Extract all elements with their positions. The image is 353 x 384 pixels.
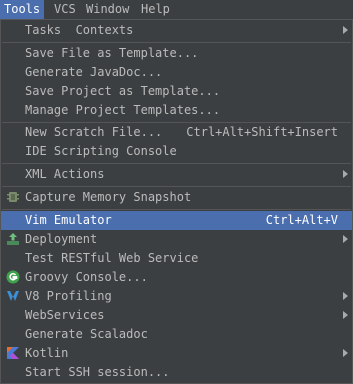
- menu-item-label: Save Project as Template...: [25, 84, 221, 98]
- menu-help[interactable]: Help: [137, 0, 174, 19]
- menu-bar: Tools VCS Window Help: [0, 0, 353, 19]
- menu-item-manage-project-templates[interactable]: Manage Project Templates...: [1, 101, 352, 120]
- menu-item-deployment[interactable]: Deployment: [1, 230, 352, 249]
- menu-item-vim-emulator[interactable]: Vim Emulator Ctrl+Alt+V: [1, 211, 352, 230]
- menu-window[interactable]: Window: [82, 0, 133, 19]
- menu-item-label: XML Actions: [25, 167, 105, 181]
- submenu-arrow-icon: [343, 311, 348, 319]
- deployment-icon: [7, 233, 19, 245]
- groovy-icon: [6, 270, 20, 284]
- menu-item-label: New Scratch File...: [25, 125, 163, 139]
- menu-item-label: Generate JavaDoc...: [25, 65, 163, 79]
- menu-item-tasks-contexts[interactable]: Tasks Contexts: [1, 21, 352, 40]
- submenu-arrow-icon: [343, 235, 348, 243]
- menu-item-label: Save File as Template...: [25, 46, 199, 60]
- menu-item-label: Vim Emulator: [25, 213, 112, 227]
- submenu-arrow-icon: [343, 292, 348, 300]
- menu-separator: [2, 186, 351, 187]
- menu-item-webservices[interactable]: WebServices: [1, 306, 352, 325]
- v8-profiling-icon: [7, 291, 19, 301]
- submenu-arrow-icon: [343, 26, 348, 34]
- menu-item-capture-memory-snapshot[interactable]: Capture Memory Snapshot: [1, 188, 352, 207]
- menu-item-save-project-as-template[interactable]: Save Project as Template...: [1, 82, 352, 101]
- menu-item-label: Test RESTful Web Service: [25, 251, 199, 265]
- menu-item-groovy-console[interactable]: Groovy Console...: [1, 268, 352, 287]
- menu-item-label: WebServices: [25, 308, 105, 322]
- menu-item-kotlin[interactable]: Kotlin: [1, 344, 352, 363]
- menu-item-xml-actions[interactable]: XML Actions: [1, 165, 352, 184]
- submenu-arrow-icon: [343, 349, 348, 357]
- menu-item-label: Capture Memory Snapshot: [25, 190, 192, 204]
- menu-item-label: IDE Scripting Console: [25, 144, 177, 158]
- menu-item-label: Generate Scaladoc: [25, 327, 148, 341]
- menu-item-save-file-as-template[interactable]: Save File as Template...: [1, 44, 352, 63]
- submenu-arrow-icon: [343, 170, 348, 178]
- menu-item-shortcut: Ctrl+Alt+V: [265, 213, 338, 227]
- menu-separator: [2, 163, 351, 164]
- menu-item-start-ssh-session[interactable]: Start SSH session...: [1, 363, 352, 382]
- menu-tools[interactable]: Tools: [0, 0, 45, 19]
- menu-item-ide-scripting-console[interactable]: IDE Scripting Console: [1, 142, 352, 161]
- menu-item-generate-javadoc[interactable]: Generate JavaDoc...: [1, 63, 352, 82]
- menu-item-generate-scaladoc[interactable]: Generate Scaladoc: [1, 325, 352, 344]
- menu-vcs[interactable]: VCS: [50, 0, 80, 19]
- menu-separator: [2, 42, 351, 43]
- menu-item-label: Tasks Contexts: [25, 23, 134, 37]
- menu-item-label: Groovy Console...: [25, 270, 148, 284]
- kotlin-icon: [7, 347, 19, 359]
- menu-item-v8-profiling[interactable]: V8 Profiling: [1, 287, 352, 306]
- memory-snapshot-icon: [7, 192, 19, 202]
- menu-item-label: Start SSH session...: [25, 365, 170, 379]
- menu-item-label: Deployment: [25, 232, 98, 246]
- tools-dropdown-menu: Tasks Contexts Save File as Template... …: [0, 19, 353, 384]
- menu-item-label: Manage Project Templates...: [25, 103, 221, 117]
- menu-item-new-scratch-file[interactable]: New Scratch File... Ctrl+Alt+Shift+Inser…: [1, 123, 352, 142]
- menu-item-label: Kotlin: [25, 346, 69, 360]
- menu-item-test-restful-web-service[interactable]: Test RESTful Web Service: [1, 249, 352, 268]
- menu-item-label: V8 Profiling: [25, 289, 112, 303]
- menu-separator: [2, 209, 351, 210]
- menu-item-shortcut: Ctrl+Alt+Shift+Insert: [186, 125, 338, 139]
